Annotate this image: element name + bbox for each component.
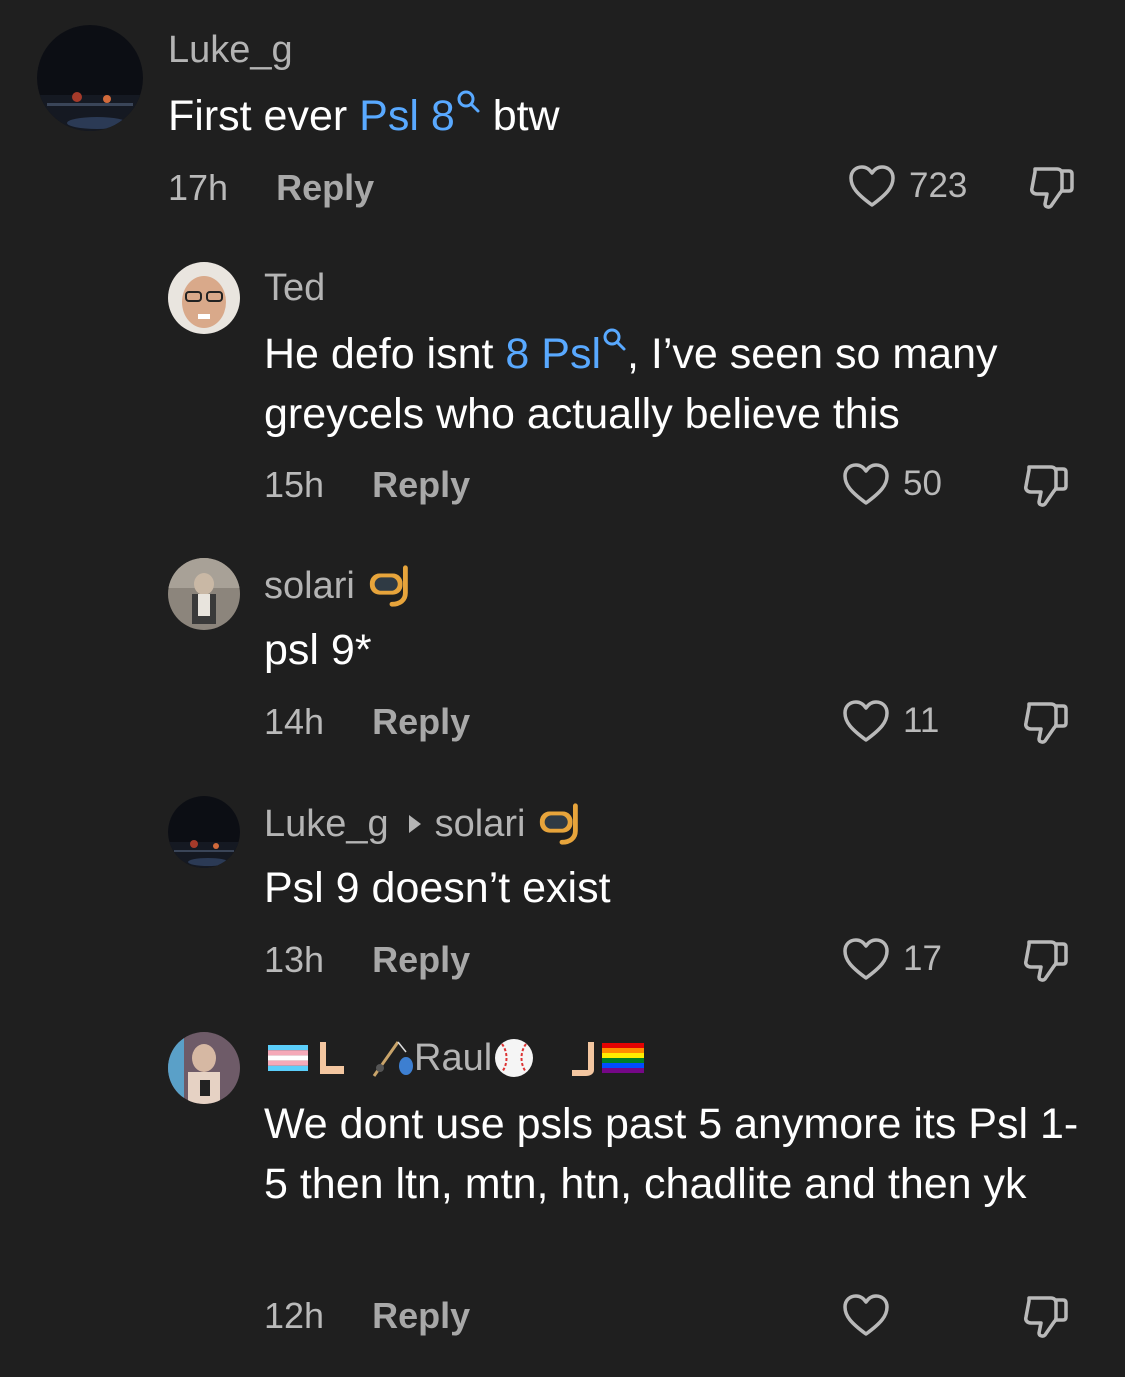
like-button[interactable] <box>841 1292 903 1338</box>
heart-outline-icon <box>843 700 889 742</box>
keyword-text: Psl 8 <box>359 92 455 140</box>
like-button[interactable]: 50 <box>841 461 942 507</box>
username-text: solari <box>264 565 355 607</box>
avatar[interactable] <box>168 796 240 868</box>
transgender-flag-icon <box>268 1045 308 1071</box>
comment-meta: 17h Reply <box>168 168 374 208</box>
comment-meta: 14h Reply <box>264 702 470 742</box>
baseball-icon <box>495 1039 534 1077</box>
comment: Raul We dont use psls past 5 anymore its… <box>0 1010 1125 1377</box>
comment-meta: 15h Reply <box>264 465 470 505</box>
reply-button[interactable]: Reply <box>276 168 374 208</box>
comment-username: Luke_g solari <box>264 800 585 848</box>
comment-username[interactable]: Luke_g <box>168 28 293 72</box>
thumbs-down-outline-icon[interactable] <box>1021 461 1071 511</box>
reply-to-username[interactable]: solari <box>435 802 526 846</box>
raised-hand-icon <box>572 1042 595 1076</box>
avatar[interactable] <box>37 25 143 131</box>
comment-timestamp: 17h <box>168 167 229 208</box>
like-count: 11 <box>903 701 940 740</box>
comment-text: psl 9* <box>264 626 372 674</box>
comment-text: He defo isnt 8 Psl, I’ve seen so many gr… <box>264 324 1084 444</box>
comment-username[interactable]: solari <box>264 562 415 610</box>
like-button[interactable]: 17 <box>841 936 942 982</box>
comment: solari psl 9* 14h Reply 11 <box>0 530 1125 770</box>
like-count: 50 <box>903 464 942 503</box>
username-text[interactable]: Luke_g <box>264 802 389 846</box>
keyword-text: 8 Psl <box>505 330 602 378</box>
heart-outline-icon <box>843 463 889 505</box>
comment-timestamp: 15h <box>264 464 325 505</box>
comment-text: Psl 9 doesn’t exist <box>264 864 611 912</box>
comment-text: We dont use psls past 5 anymore its Psl … <box>264 1100 1079 1208</box>
comment-timestamp: 12h <box>264 1295 325 1336</box>
thumbs-down-outline-icon[interactable] <box>1027 163 1077 213</box>
comment: Ted He defo isnt 8 Psl, I’ve seen so man… <box>0 230 1125 530</box>
thumbs-down-outline-icon[interactable] <box>1021 698 1071 748</box>
avatar[interactable] <box>168 558 240 630</box>
search-icon <box>457 90 480 113</box>
avatar[interactable] <box>168 1032 240 1104</box>
like-count: 723 <box>909 166 968 205</box>
reply-button[interactable]: Reply <box>372 940 470 980</box>
avatar[interactable] <box>168 262 240 334</box>
like-count: 17 <box>903 939 942 978</box>
search-keyword-link[interactable]: Psl 8 <box>359 90 481 140</box>
flexed-arm-icon <box>320 1042 344 1074</box>
comment-username[interactable]: Ted <box>264 266 325 310</box>
comment-timestamp: 13h <box>264 939 325 980</box>
comment-text-part: First ever <box>168 92 360 140</box>
reply-button[interactable]: Reply <box>372 1296 470 1336</box>
snorkel-mask-icon <box>540 803 579 845</box>
like-button[interactable]: 723 <box>847 163 967 209</box>
search-icon <box>603 328 626 351</box>
comment: Luke_g First ever Psl 8 btw 17h Reply 72… <box>0 0 1125 230</box>
thumbs-down-outline-icon[interactable] <box>1021 1292 1071 1342</box>
comment: Luke_g solari Psl 9 doesn’t exist 13h Re… <box>0 770 1125 1010</box>
thumbs-down-outline-icon[interactable] <box>1021 936 1071 986</box>
comment-username[interactable]: Raul <box>268 1036 645 1080</box>
reply-arrow-icon <box>408 815 421 833</box>
comment-timestamp: 14h <box>264 701 325 742</box>
comment-text-part: He defo isnt <box>264 330 506 378</box>
rainbow-flag-icon <box>602 1043 645 1073</box>
heart-outline-icon <box>849 165 895 207</box>
reply-button[interactable]: Reply <box>372 465 470 505</box>
fishing-pole-icon <box>372 1041 413 1077</box>
reply-button[interactable]: Reply <box>372 702 470 742</box>
comment-text: First ever Psl 8 btw <box>168 86 1048 146</box>
comment-text-part: btw <box>480 92 560 140</box>
heart-outline-icon <box>843 1294 889 1336</box>
like-button[interactable]: 11 <box>841 698 939 744</box>
comment-meta: 13h Reply <box>264 940 470 980</box>
username-text: Raul <box>414 1037 493 1079</box>
search-keyword-link[interactable]: 8 Psl <box>505 328 627 378</box>
comment-meta: 12h Reply <box>264 1296 470 1336</box>
heart-outline-icon <box>843 938 889 980</box>
snorkel-mask-icon <box>369 565 408 607</box>
